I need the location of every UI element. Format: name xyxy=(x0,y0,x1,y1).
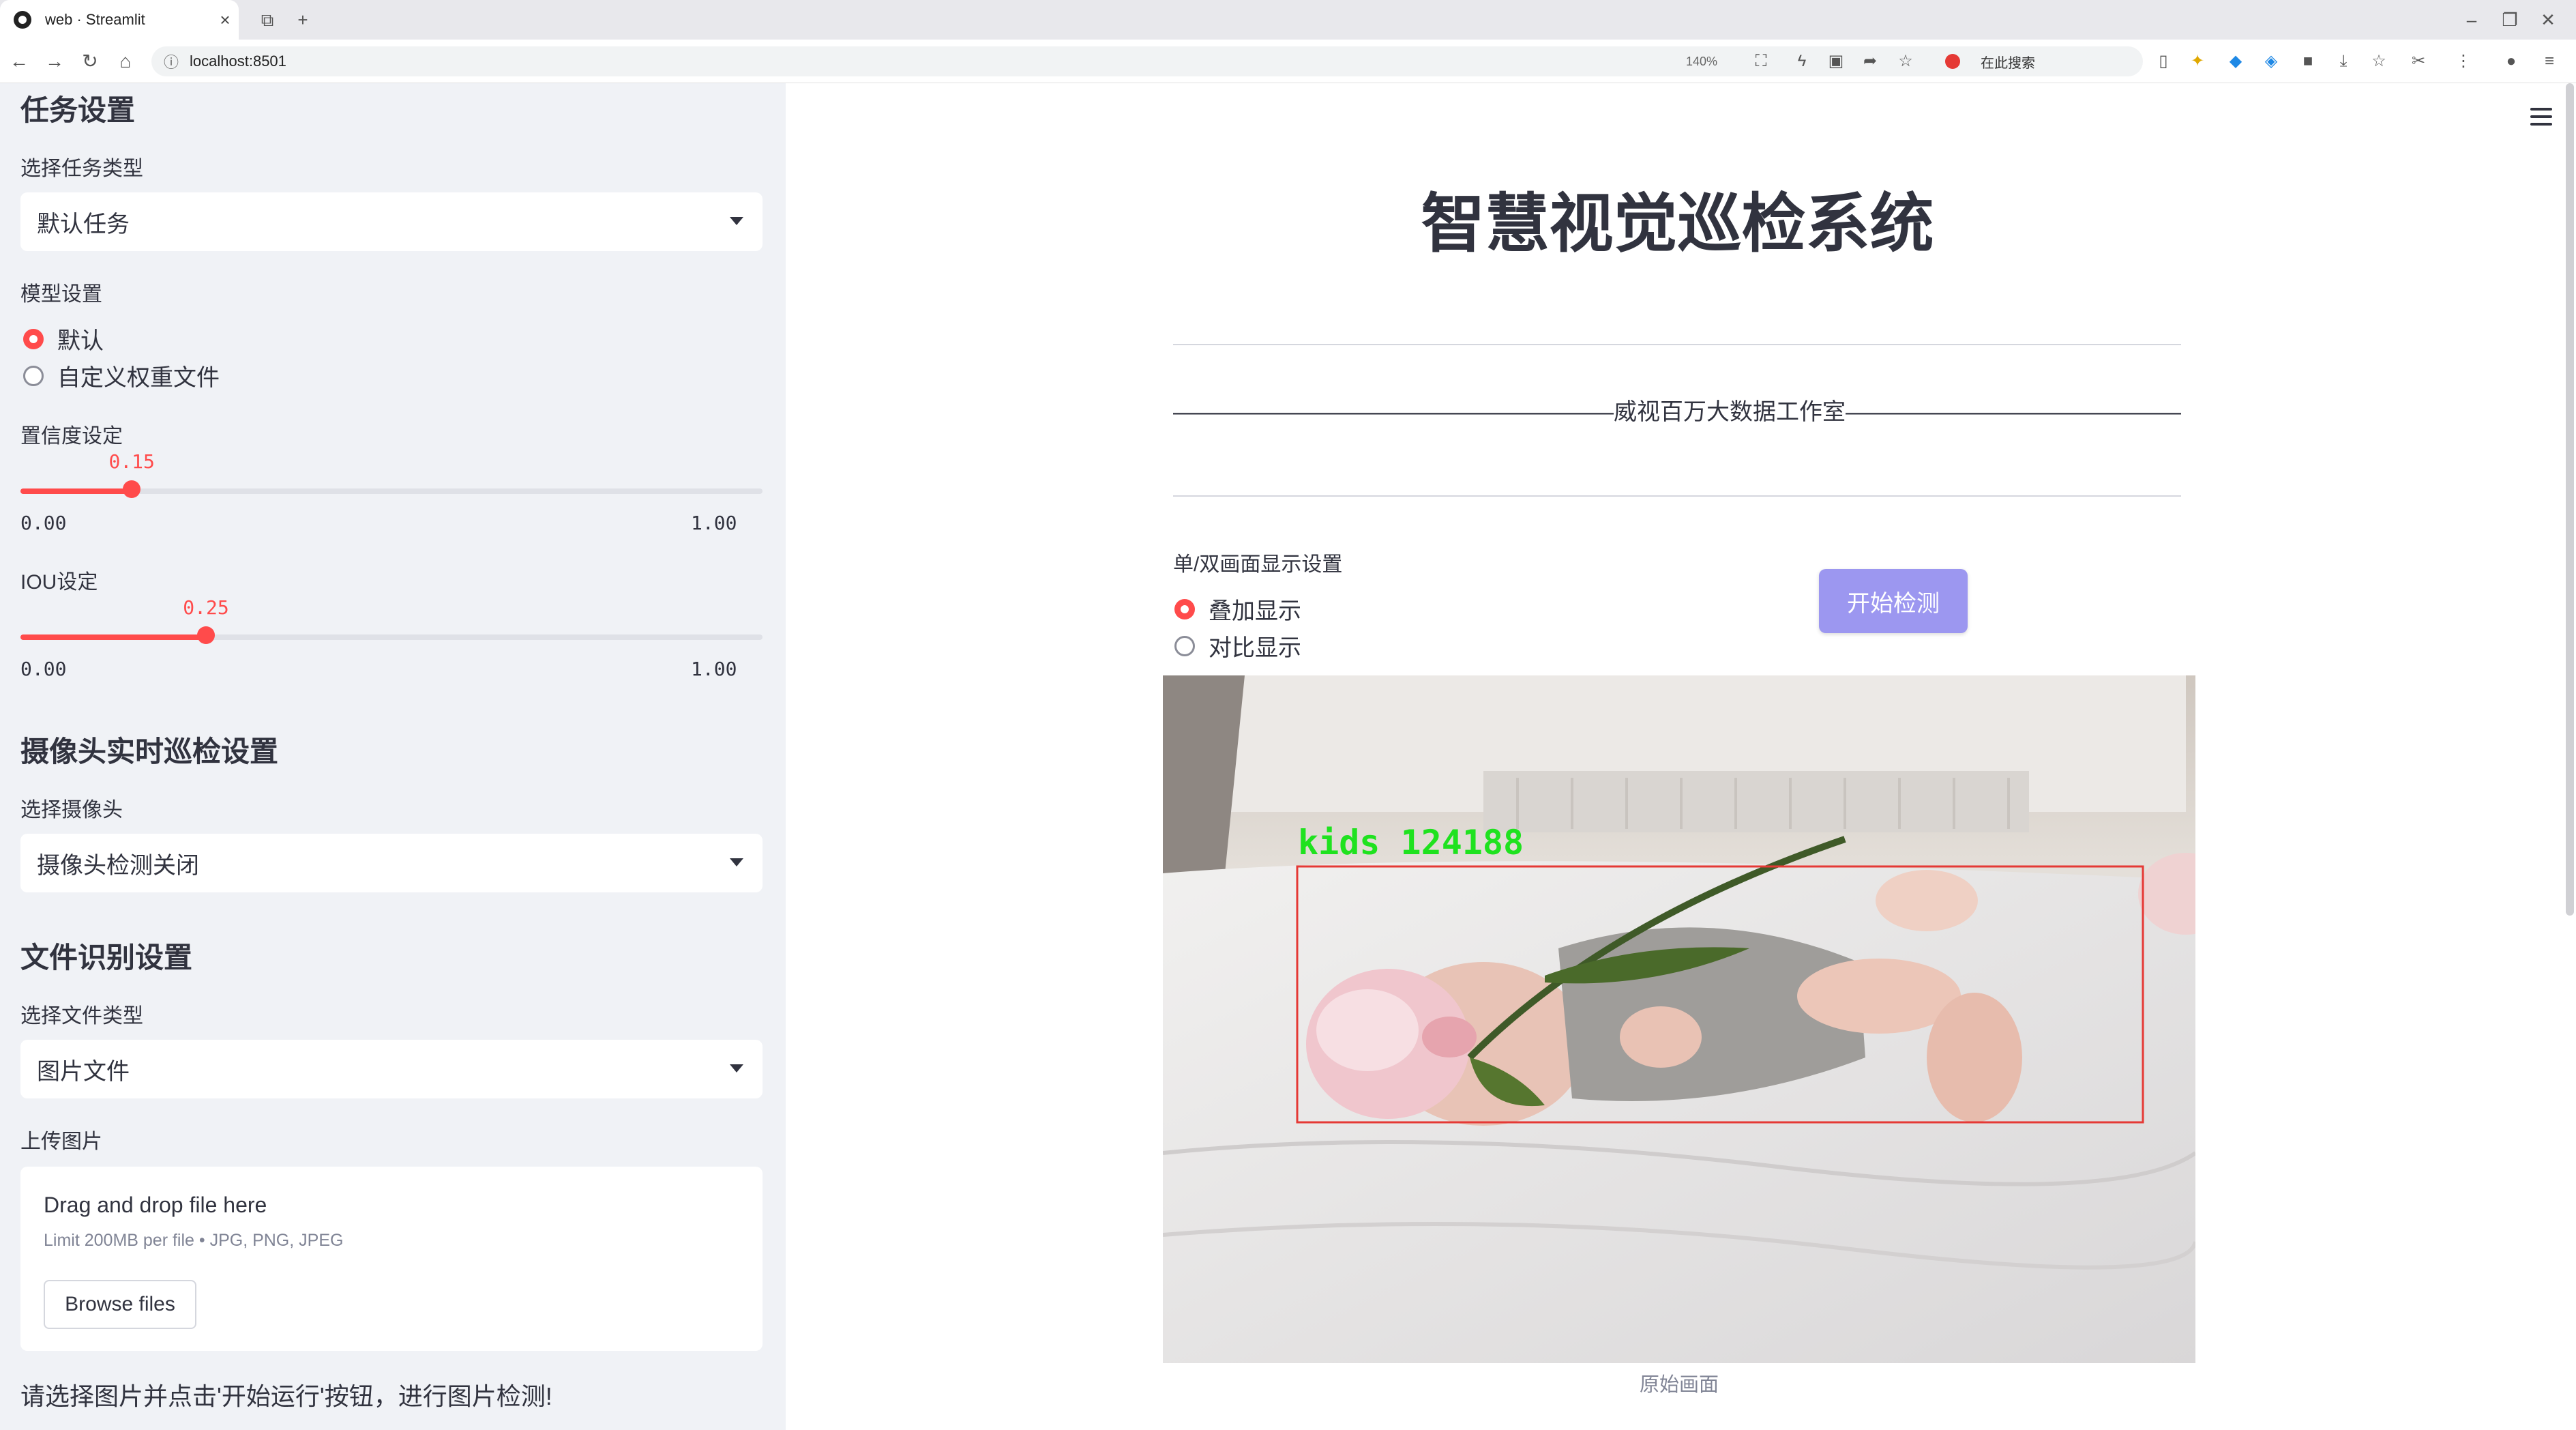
file-type-select[interactable]: 图片文件 xyxy=(20,1040,763,1098)
slider-value: 0.25 xyxy=(183,596,229,619)
extension-icon[interactable]: ■ xyxy=(2293,40,2323,83)
slider-min-label: 0.00 xyxy=(20,512,67,534)
streamlit-favicon-icon xyxy=(14,11,31,29)
minimize-icon[interactable]: – xyxy=(2458,0,2485,40)
divider xyxy=(1173,495,2181,497)
main-content: 智慧视觉巡检系统 ———————————————————威视百万大数据工作室——… xyxy=(786,83,2576,1430)
iou-label: IOU设定 xyxy=(20,571,98,594)
tab-groups-icon[interactable]: ⧉ xyxy=(254,0,281,40)
slider-max-label: 1.00 xyxy=(691,512,737,534)
start-detection-button[interactable]: 开始检测 xyxy=(1819,569,1968,633)
browser-toolbar: ← → ↻ ⌂ ⓘ localhost:8501 140% ⛶ ϟ ▣ ➦ ☆ … xyxy=(0,40,2576,83)
favorite-icon[interactable]: ☆ xyxy=(1891,40,1921,83)
window-close-icon[interactable]: ✕ xyxy=(2534,0,2562,40)
page-info-icon[interactable]: ⓘ xyxy=(164,50,179,72)
phone-icon[interactable]: ▯ xyxy=(2148,40,2178,83)
radio-model-default[interactable]: 默认 xyxy=(23,322,104,355)
screenshot-icon[interactable]: ▣ xyxy=(1821,40,1851,83)
search-engine-icon xyxy=(1945,54,1960,69)
back-icon[interactable]: ← xyxy=(4,40,34,83)
close-tab-icon[interactable]: × xyxy=(211,10,239,31)
radio-unchecked-icon xyxy=(1174,635,1195,656)
display-mode-label: 单/双画面显示设置 xyxy=(1173,553,1343,576)
page-title: 智慧视觉巡检系统 xyxy=(1421,188,1934,259)
scrollbar[interactable] xyxy=(2566,83,2574,916)
confidence-label: 置信度设定 xyxy=(20,425,123,448)
slider-fill xyxy=(20,634,206,640)
task-section-title: 任务设置 xyxy=(20,94,136,126)
camera-label: 选择摄像头 xyxy=(20,799,123,821)
profile-avatar-icon[interactable]: ● xyxy=(2496,40,2526,83)
sidebar: 任务设置 选择任务类型 默认任务 模型设置 默认 自定义权重文件 置信度设定 0… xyxy=(0,83,786,1430)
browser-tab-bar: web · Streamlit × ⧉ + – ❐ ✕ xyxy=(0,0,2576,40)
uploader-limit: Limit 200MB per file • JPG, PNG, JPEG xyxy=(44,1231,344,1250)
slider-min-label: 0.00 xyxy=(20,658,67,680)
radio-unchecked-icon xyxy=(23,365,44,386)
home-icon[interactable]: ⌂ xyxy=(110,40,140,83)
model-label: 模型设置 xyxy=(20,283,102,306)
radio-checked-icon xyxy=(23,328,44,349)
file-uploader-dropzone[interactable]: Drag and drop file here Limit 200MB per … xyxy=(20,1167,763,1351)
radio-label: 叠加显示 xyxy=(1209,598,1301,624)
chevron-down-icon xyxy=(730,217,743,225)
camera-value: 摄像头检测关闭 xyxy=(37,852,199,879)
divider xyxy=(1173,344,2181,345)
extension-icon[interactable]: ◈ xyxy=(2256,40,2286,83)
zoom-indicator[interactable]: 140% xyxy=(1686,40,1717,83)
radio-checked-icon xyxy=(1174,598,1195,619)
menu-more-icon[interactable]: ⋮ xyxy=(2448,40,2478,83)
file-type-value: 图片文件 xyxy=(37,1058,130,1085)
task-type-label: 选择任务类型 xyxy=(20,158,143,180)
slider-max-label: 1.00 xyxy=(691,658,737,680)
reload-icon[interactable]: ↻ xyxy=(75,40,105,83)
radio-label: 自定义权重文件 xyxy=(57,365,220,391)
baby-photo-illustration: kids 124188 xyxy=(1163,675,2195,1363)
upload-label: 上传图片 xyxy=(20,1130,102,1153)
sidebar-hint-text: 请选择图片并点击'开始运行'按钮，进行图片检测! xyxy=(20,1382,552,1410)
uploader-title: Drag and drop file here xyxy=(44,1193,267,1217)
task-type-select[interactable]: 默认任务 xyxy=(20,192,763,251)
page-subtitle: ———————————————————威视百万大数据工作室———————————… xyxy=(1173,399,2181,425)
camera-select[interactable]: 摄像头检测关闭 xyxy=(20,834,763,892)
iou-slider[interactable]: 0.25 xyxy=(20,596,763,644)
chevron-down-icon xyxy=(730,858,743,866)
file-section-title: 文件识别设置 xyxy=(20,942,193,974)
lightning-icon[interactable]: ϟ xyxy=(1787,40,1817,83)
radio-label: 对比显示 xyxy=(1209,635,1301,661)
tab-title: web · Streamlit xyxy=(45,11,145,28)
radio-model-custom[interactable]: 自定义权重文件 xyxy=(23,359,220,392)
search-placeholder: 在此搜索 xyxy=(1981,55,2035,71)
radio-label: 默认 xyxy=(57,328,104,354)
confidence-slider[interactable]: 0.15 xyxy=(20,450,763,498)
extension-icon[interactable]: ◆ xyxy=(2221,40,2251,83)
new-tab-icon[interactable]: + xyxy=(289,0,316,40)
radio-display-compare[interactable]: 对比显示 xyxy=(1174,629,1301,662)
task-type-value: 默认任务 xyxy=(37,211,130,237)
camera-section-title: 摄像头实时巡检设置 xyxy=(20,735,279,768)
chevron-down-icon xyxy=(730,1064,743,1072)
file-type-label: 选择文件类型 xyxy=(20,1005,143,1027)
extension-icon[interactable]: ✦ xyxy=(2182,40,2212,83)
scissors-icon[interactable]: ✂ xyxy=(2403,40,2433,83)
download-icon[interactable]: ⤓ xyxy=(2328,40,2358,83)
browser-tab[interactable]: web · Streamlit × xyxy=(0,0,239,40)
browser-menu-icon[interactable]: ≡ xyxy=(2534,40,2564,83)
detection-label: kids 124188 xyxy=(1298,823,1524,862)
radio-display-overlay[interactable]: 叠加显示 xyxy=(1174,592,1301,626)
forward-icon[interactable]: → xyxy=(40,40,70,83)
image-caption: 原始画面 xyxy=(1639,1374,1719,1396)
detection-result-image: kids 124188 xyxy=(1163,675,2195,1363)
slider-thumb[interactable] xyxy=(123,480,141,498)
bookmark-icon[interactable]: ☆ xyxy=(2364,40,2394,83)
translate-icon[interactable]: ⛶ xyxy=(1746,40,1776,83)
browse-files-button[interactable]: Browse files xyxy=(44,1280,196,1329)
share-icon[interactable]: ➦ xyxy=(1855,40,1885,83)
slider-fill xyxy=(20,488,132,494)
slider-value: 0.15 xyxy=(108,450,155,473)
slider-thumb[interactable] xyxy=(197,626,215,644)
hamburger-menu-icon[interactable] xyxy=(2530,108,2552,127)
restore-icon[interactable]: ❐ xyxy=(2496,0,2523,40)
url-text: localhost:8501 xyxy=(190,53,286,70)
search-engine-box[interactable]: 在此搜索 xyxy=(1937,48,2142,75)
